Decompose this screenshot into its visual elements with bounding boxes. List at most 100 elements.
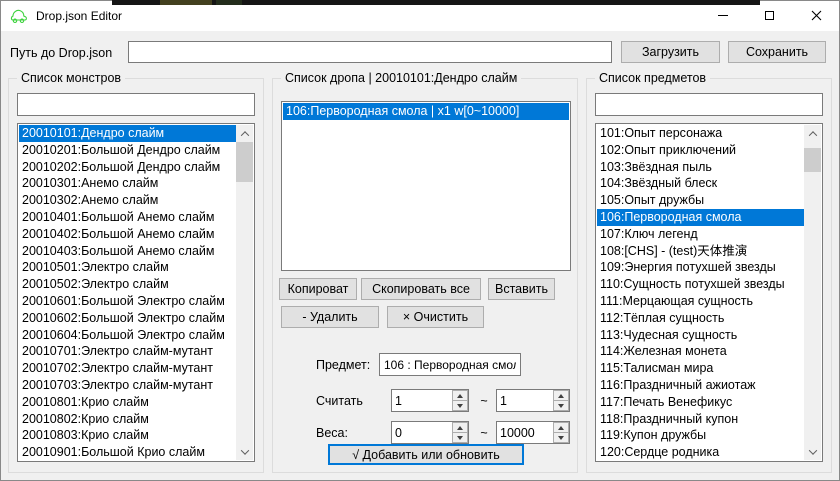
spin-down-button[interactable] — [452, 433, 468, 443]
copy-button[interactable]: Копироват — [279, 278, 357, 300]
list-item[interactable]: 117:Печать Венефикус — [597, 394, 804, 411]
save-button[interactable]: Сохранить — [728, 41, 826, 63]
spin-up-button[interactable] — [452, 390, 468, 401]
scroll-down-button[interactable] — [804, 443, 821, 460]
spin-up-button[interactable] — [452, 422, 468, 433]
chevron-down-icon — [808, 446, 816, 454]
list-item[interactable]: 118:Праздничный купон — [597, 411, 804, 428]
drops-list: 106:Первородная смола | x1 w[0~10000] — [283, 103, 569, 269]
copy-all-button[interactable]: Скопировать все — [361, 278, 481, 300]
list-item[interactable]: 20010702:Электро слайм-мутант — [19, 360, 236, 377]
app-icon — [10, 8, 28, 24]
list-item[interactable]: 20010101:Дендро слайм — [19, 125, 236, 142]
list-item[interactable]: 20010201:Большой Дендро слайм — [19, 142, 236, 159]
list-item[interactable]: 20010604:Большой Электро слайм — [19, 327, 236, 344]
count-range-separator: ~ — [477, 394, 491, 408]
list-item[interactable]: 20010602:Большой Электро слайм — [19, 310, 236, 327]
monsters-filter-input[interactable] — [17, 93, 255, 116]
list-item[interactable]: 20010803:Крио слайм — [19, 427, 236, 444]
list-item[interactable]: 119:Купон дружбы — [597, 427, 804, 444]
list-item[interactable]: 20010501:Электро слайм — [19, 259, 236, 276]
list-item[interactable]: 20010703:Электро слайм-мутант — [19, 377, 236, 394]
weight-max-spinner — [496, 421, 570, 444]
list-item[interactable]: 105:Опыт дружбы — [597, 192, 804, 209]
arrow-up-icon — [558, 394, 564, 398]
list-item[interactable]: 102:Опыт приключений — [597, 142, 804, 159]
spin-down-button[interactable] — [553, 401, 569, 411]
list-item[interactable]: 120:Сердце родника — [597, 444, 804, 460]
arrow-down-icon — [558, 404, 564, 408]
monsters-listbox[interactable]: 20010101:Дендро слайм20010201:Большой Де… — [17, 123, 255, 462]
list-item[interactable]: 20010401:Большой Анемо слайм — [19, 209, 236, 226]
list-item[interactable]: 20010601:Большой Электро слайм — [19, 293, 236, 310]
list-item[interactable]: 20010302:Анемо слайм — [19, 192, 236, 209]
path-input[interactable] — [128, 41, 612, 63]
items-list: 101:Опыт персонажа102:Опыт приключений10… — [597, 125, 804, 460]
list-item[interactable]: 20010701:Электро слайм-мутант — [19, 343, 236, 360]
list-item[interactable]: 115:Талисман мира — [597, 360, 804, 377]
list-item[interactable]: 114:Железная монета — [597, 343, 804, 360]
list-item[interactable]: 110:Сущность потухшей звезды — [597, 276, 804, 293]
count-max-spinner — [496, 389, 570, 412]
scroll-up-button[interactable] — [804, 125, 821, 142]
clear-button[interactable]: × Очистить — [387, 306, 484, 328]
list-item[interactable]: 113:Чудесная сущность — [597, 327, 804, 344]
minimize-icon — [718, 15, 728, 16]
chevron-down-icon — [240, 446, 248, 454]
list-item[interactable]: 112:Тёплая сущность — [597, 310, 804, 327]
arrow-down-icon — [457, 436, 463, 440]
items-scrollbar[interactable] — [804, 125, 821, 460]
add-or-update-button[interactable]: √ Добавить или обновить — [328, 444, 524, 465]
scrollbar-thumb[interactable] — [804, 148, 821, 172]
list-item[interactable]: 103:Звёздная пыль — [597, 159, 804, 176]
list-item[interactable]: 20010802:Крио слайм — [19, 411, 236, 428]
list-item[interactable]: 20010402:Большой Анемо слайм — [19, 226, 236, 243]
weight-label: Веса: — [316, 426, 348, 440]
count-label: Считать — [316, 394, 363, 408]
list-item[interactable]: 20010403:Большой Анемо слайм — [19, 243, 236, 260]
monsters-scrollbar[interactable] — [236, 125, 253, 460]
spin-up-button[interactable] — [553, 422, 569, 433]
arrow-down-icon — [558, 436, 564, 440]
weight-range-separator: ~ — [477, 426, 491, 440]
count-max-input[interactable] — [497, 390, 553, 411]
list-item[interactable]: 20010901:Большой Крио слайм — [19, 444, 236, 460]
spin-down-button[interactable] — [452, 401, 468, 411]
paste-button[interactable]: Вставить — [488, 278, 555, 300]
scroll-up-button[interactable] — [236, 125, 253, 142]
list-item[interactable]: 109:Энергия потухшей звезды — [597, 259, 804, 276]
items-filter-input[interactable] — [595, 93, 823, 116]
scrollbar-thumb[interactable] — [236, 142, 253, 182]
load-button[interactable]: Загрузить — [621, 41, 720, 63]
arrow-up-icon — [558, 426, 564, 430]
list-item[interactable]: 101:Опыт персонажа — [597, 125, 804, 142]
spin-down-button[interactable] — [553, 433, 569, 443]
list-item[interactable]: 104:Звёздный блеск — [597, 175, 804, 192]
list-item[interactable]: 116:Праздничный ажиотаж — [597, 377, 804, 394]
delete-button[interactable]: - Удалить — [281, 306, 379, 328]
arrow-up-icon — [457, 394, 463, 398]
weight-min-spinner — [391, 421, 469, 444]
count-min-spinner — [391, 389, 469, 412]
list-item[interactable]: 108:[CHS] - (test)天体推演 — [597, 243, 804, 260]
list-item[interactable]: 20010301:Анемо слайм — [19, 175, 236, 192]
items-listbox[interactable]: 101:Опыт персонажа102:Опыт приключений10… — [595, 123, 823, 462]
close-icon — [811, 10, 822, 21]
count-min-input[interactable] — [392, 390, 452, 411]
close-button[interactable] — [793, 0, 840, 31]
item-input[interactable] — [379, 353, 521, 376]
list-item[interactable]: 20010202:Большой Дендро слайм — [19, 159, 236, 176]
spin-up-button[interactable] — [553, 390, 569, 401]
scroll-down-button[interactable] — [236, 443, 253, 460]
list-item[interactable]: 20010502:Электро слайм — [19, 276, 236, 293]
weight-max-input[interactable] — [497, 422, 553, 443]
chevron-up-icon — [240, 131, 248, 139]
list-item[interactable]: 20010801:Крио слайм — [19, 394, 236, 411]
chevron-up-icon — [808, 131, 816, 139]
weight-min-input[interactable] — [392, 422, 452, 443]
list-item[interactable]: 106:Первородная смола | x1 w[0~10000] — [283, 103, 569, 120]
list-item[interactable]: 107:Ключ легенд — [597, 226, 804, 243]
drops-listbox[interactable]: 106:Первородная смола | x1 w[0~10000] — [281, 101, 571, 271]
list-item[interactable]: 111:Мерцающая сущность — [597, 293, 804, 310]
list-item[interactable]: 106:Первородная смола — [597, 209, 804, 226]
